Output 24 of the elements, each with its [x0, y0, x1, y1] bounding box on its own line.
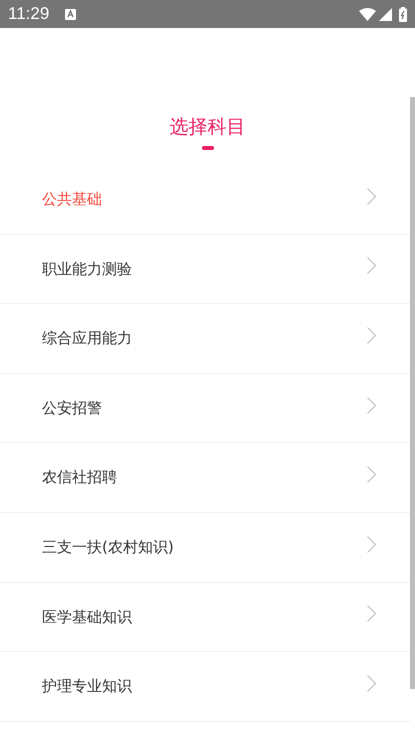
battery-icon: [399, 6, 407, 22]
chevron-right-icon: [367, 674, 376, 692]
chevron-right-icon: [367, 605, 376, 622]
subject-item[interactable]: 护理专业知识: [0, 652, 410, 722]
chevron-right-icon: [367, 396, 376, 414]
chevron-right-icon: [367, 466, 376, 484]
notification-icon: [65, 8, 76, 20]
chevron-right-icon: [367, 536, 376, 553]
subject-label: 综合应用能力: [42, 328, 132, 350]
status-time: 11:29: [8, 3, 50, 26]
page-title: 选择科目: [170, 115, 246, 140]
subject-label: 公安招警: [42, 398, 102, 419]
subject-label: 公共基础: [42, 189, 102, 210]
signal-icon: [379, 8, 392, 20]
chevron-right-icon: [367, 188, 376, 205]
subject-label: 医学基础知识: [42, 606, 132, 628]
title-indicator: [202, 146, 214, 150]
subject-label: 农信社招聘: [42, 467, 117, 488]
subject-label: 职业能力测验: [42, 258, 132, 280]
subject-label: 三支一扶(农村知识): [42, 537, 174, 558]
chevron-right-icon: [367, 326, 376, 344]
chevron-right-icon: [367, 257, 376, 274]
subject-label: 护理专业知识: [42, 676, 132, 698]
wifi-icon: [359, 8, 376, 20]
